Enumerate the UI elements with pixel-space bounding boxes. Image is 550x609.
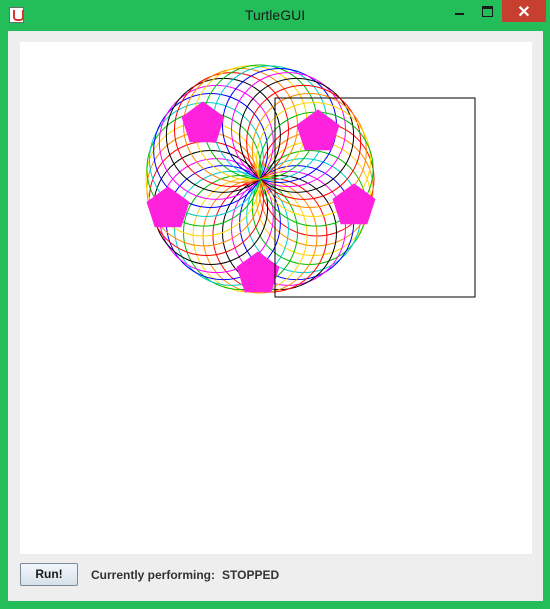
turtle-canvas bbox=[20, 42, 532, 554]
run-button[interactable]: Run! bbox=[20, 563, 78, 586]
title-bar[interactable]: TurtleGUI ✕ bbox=[0, 0, 550, 30]
turtle-gui-window: TurtleGUI ✕ Run! Currently performing: S… bbox=[0, 0, 550, 609]
status-value: STOPPED bbox=[222, 568, 280, 582]
minimize-icon[interactable] bbox=[446, 0, 473, 22]
content-panel: Run! Currently performing: STOPPED bbox=[8, 31, 543, 601]
close-button[interactable]: ✕ bbox=[502, 0, 546, 22]
close-icon: ✕ bbox=[517, 4, 531, 21]
turtle-drawing bbox=[145, 64, 476, 298]
status-label: Currently performing: bbox=[91, 568, 216, 582]
maximize-icon[interactable] bbox=[474, 0, 500, 22]
